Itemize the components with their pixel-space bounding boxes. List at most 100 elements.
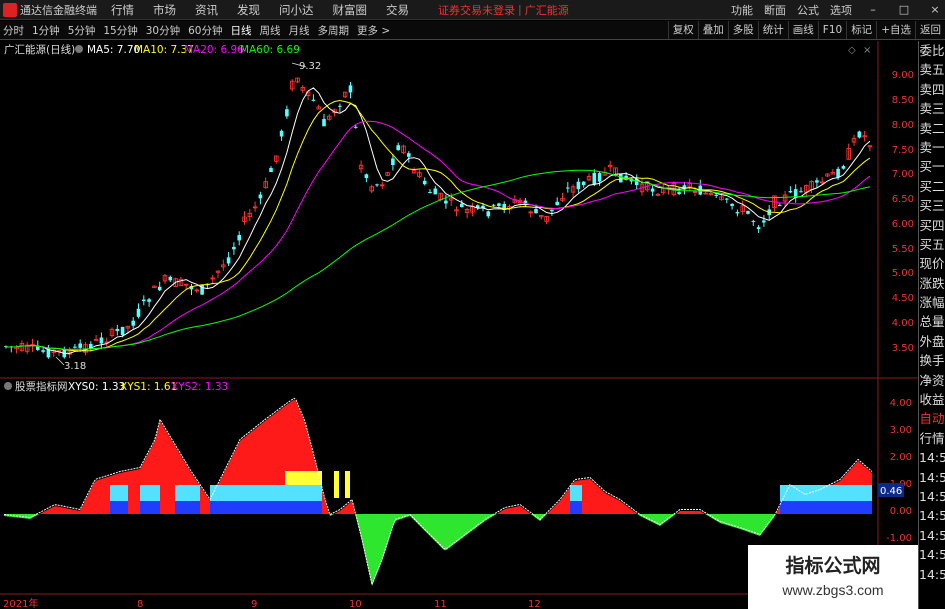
ma5-label: MA5: 7.70 [87,44,140,56]
menu-section[interactable]: 断面 [764,2,786,18]
tab-daily[interactable]: 日线 [231,23,252,38]
panel-item[interactable]: 委比 [919,41,945,60]
panel-item-auto[interactable]: 自动 [919,409,945,428]
menu-trade[interactable]: 交易 [386,2,409,18]
indicator-band-cyan [570,485,582,501]
indicator-toggle-icon[interactable] [4,382,12,390]
tab-multi-period[interactable]: 多周期 [318,23,350,38]
menu-options[interactable]: 选项 [830,2,852,18]
menu-function[interactable]: 功能 [731,2,753,18]
date-tick: 11 [434,599,447,609]
tab-monthly[interactable]: 月线 [289,23,310,38]
menu-wealth[interactable]: 财富圈 [333,2,368,18]
panel-item[interactable]: 买五 [919,235,945,254]
candle-body [120,326,125,336]
date-axis: 2021年 8 9 10 11 12 [3,597,541,609]
candle-body [338,105,342,107]
main-price-chart [4,77,873,359]
back-button[interactable]: 返回 [915,21,945,39]
add-watchlist-button[interactable]: +自选 [876,21,915,39]
overlay-button[interactable]: 叠加 [697,21,728,39]
tab-30min[interactable]: 30分钟 [146,23,180,38]
candle-body [428,192,432,194]
xys0-label: XYS0: 1.33 [68,381,125,393]
candle-body [226,257,231,264]
price-axis: 9.00 8.50 8.00 7.50 7.00 6.50 6.00 5.50 … [892,70,914,354]
chart-expand-icon[interactable]: ◇ [848,45,856,56]
chart-close-icon[interactable]: × [863,45,871,56]
tab-5min[interactable]: 5分钟 [68,23,96,38]
panel-item[interactable]: 收益 [919,390,945,409]
draw-line-button[interactable]: 画线 [787,21,818,39]
panel-item[interactable]: 买二 [919,177,945,196]
candle-body [746,210,750,214]
close-button[interactable]: × [925,3,945,16]
f10-button[interactable]: F10 [817,21,846,39]
candle-body [311,99,316,101]
candle-body [41,350,45,352]
stats-button[interactable]: 统计 [757,21,788,39]
tab-more[interactable]: 更多 > [357,23,390,38]
panel-item[interactable]: 卖一 [919,138,945,157]
tab-60min[interactable]: 60分钟 [188,23,222,38]
xys2-label: XYS2: 1.33 [171,381,228,393]
adjust-button[interactable]: 复权 [667,21,698,39]
menu-markets[interactable]: 市场 [153,2,176,18]
menu-ask[interactable]: 问小达 [279,2,314,18]
menu-market[interactable]: 行情 [111,2,134,18]
menu-discover[interactable]: 发现 [237,2,260,18]
login-status[interactable]: 证券交易未登录 [438,2,515,18]
panel-item[interactable]: 卖二 [919,119,945,138]
candle-body [99,337,104,344]
candle-body [407,153,411,157]
app-window: 通达信金融终端 行情 市场 资讯 发现 问小达 财富圈 交易 证券交易未登录 |… [0,0,945,609]
multi-stock-button[interactable]: 多股 [727,21,758,39]
price-tick: 9.00 [892,70,914,81]
panel-item[interactable]: 外盘 [919,332,945,351]
mark-button[interactable]: 标记 [846,21,876,39]
panel-item[interactable]: 现价 [919,254,945,273]
indicator-band-blue [140,501,160,514]
candle-body [550,209,554,212]
kline-chart-area[interactable]: 广汇能源(日线) MA5: 7.70 MA10: 7.37 MA20: 6.96… [0,41,918,609]
tick-time: 14:50 [919,508,945,524]
candle-body [364,174,369,179]
indicator-axis: 4.00 3.00 2.00 1.00 0.00 -1.00 0.46 [878,398,912,544]
candle-body [142,299,146,302]
candle-body [232,246,236,250]
price-tick: 8.50 [892,95,914,106]
candle-body [322,119,326,127]
panel-item[interactable]: 涨幅 [919,293,945,312]
date-tick: 2021年 [3,597,38,609]
panel-item[interactable]: 涨跌 [919,274,945,293]
candle-body [375,184,379,186]
panel-item[interactable]: 卖三 [919,99,945,118]
menu-news[interactable]: 资讯 [195,2,218,18]
panel-item-quote[interactable]: 行情 [919,429,945,448]
tick-time: 14:50 [919,469,945,485]
candle-body [396,145,400,151]
stock-name-link[interactable]: 广汇能源 [525,2,569,18]
panel-item[interactable]: 买三 [919,196,945,215]
tab-1min[interactable]: 1分钟 [32,23,60,38]
panel-item[interactable]: 换手 [919,351,945,370]
tick-time: 14:50 [919,547,945,563]
panel-item[interactable]: 买四 [919,216,945,235]
price-tick: 5.50 [892,244,914,255]
candle-body [836,168,840,178]
panel-item[interactable]: 总量 [919,312,945,331]
indicator-band-yellow [345,471,350,498]
legend-toggle-icon[interactable] [75,45,83,53]
panel-item[interactable]: 卖五 [919,60,945,79]
panel-item[interactable]: 买一 [919,157,945,176]
tab-15min[interactable]: 15分钟 [103,23,137,38]
tab-intraday[interactable]: 分时 [3,23,24,38]
minimize-button[interactable]: – [863,3,883,16]
panel-item[interactable]: 净资 [919,371,945,390]
candle-body [730,203,734,206]
candle-body [73,346,77,348]
tab-weekly[interactable]: 周线 [260,23,281,38]
panel-item[interactable]: 卖四 [919,80,945,99]
menu-formula[interactable]: 公式 [797,2,819,18]
maximize-button[interactable]: □ [894,3,914,16]
